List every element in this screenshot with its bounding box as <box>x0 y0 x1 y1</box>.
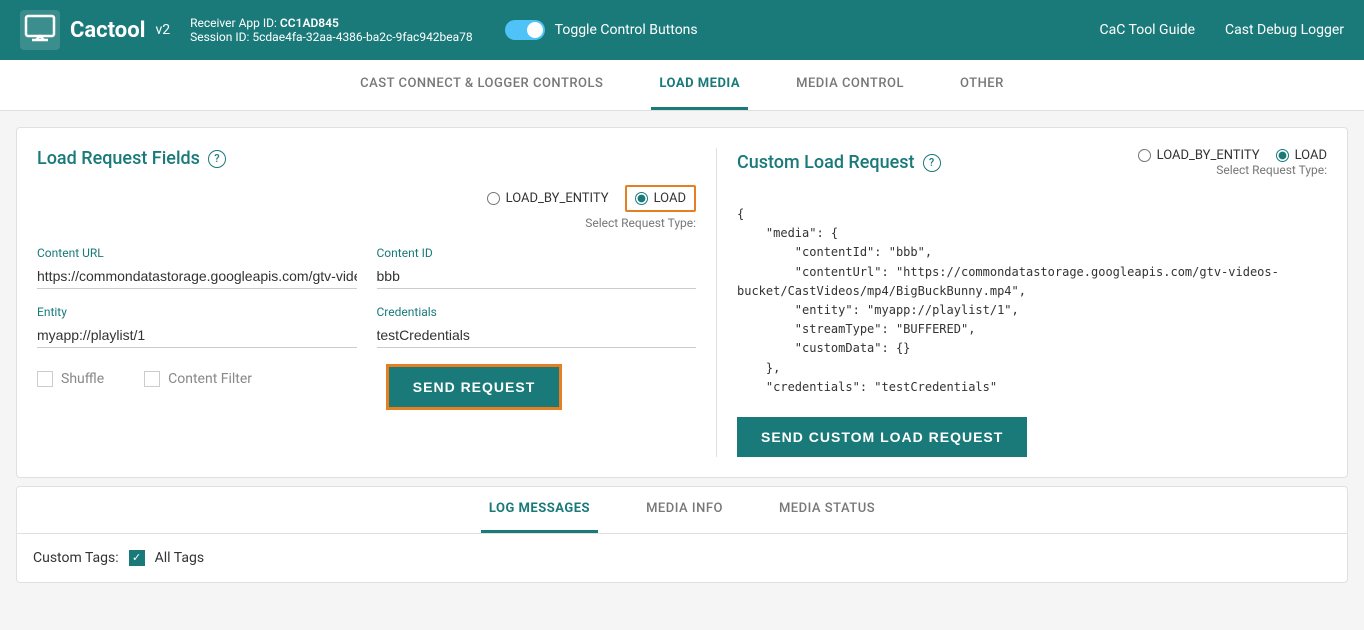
logo-icon <box>20 10 60 50</box>
custom-load-header: Custom Load Request ? LOAD_BY_ENTITY LOA… <box>737 148 1327 193</box>
send-request-button[interactable]: SEND REQUEST <box>386 364 562 410</box>
load-request-help-icon[interactable]: ? <box>208 150 226 168</box>
entity-label: Entity <box>37 305 357 319</box>
tab-cast-connect[interactable]: CAST CONNECT & LOGGER CONTROLS <box>352 60 611 110</box>
content-url-input[interactable] <box>37 264 357 289</box>
tab-media-control[interactable]: MEDIA CONTROL <box>788 60 912 110</box>
all-tags-checkbox[interactable] <box>129 550 145 566</box>
credentials-input[interactable] <box>377 323 697 348</box>
logo-version: v2 <box>155 22 170 38</box>
content-url-label: Content URL <box>37 246 357 260</box>
custom-tags-label: Custom Tags: <box>33 550 119 566</box>
main-nav: CAST CONNECT & LOGGER CONTROLS LOAD MEDI… <box>0 60 1364 111</box>
custom-tags-row: Custom Tags: All Tags <box>33 550 1331 566</box>
radio-load[interactable]: LOAD <box>625 185 696 212</box>
shuffle-label: Shuffle <box>61 371 104 387</box>
main-content: Load Request Fields ? LOAD_BY_ENTITY LOA… <box>0 111 1364 599</box>
toggle-label: Toggle Control Buttons <box>555 22 698 38</box>
load-media-panel: Load Request Fields ? LOAD_BY_ENTITY LOA… <box>16 127 1348 478</box>
all-tags-label: All Tags <box>155 550 204 566</box>
radio-load-by-entity[interactable]: LOAD_BY_ENTITY <box>487 191 609 206</box>
app-header: Cactool v2 Receiver App ID: CC1AD845 Ses… <box>0 0 1364 60</box>
select-type-label: Select Request Type: <box>37 216 696 230</box>
shuffle-checkbox[interactable]: Shuffle <box>37 371 104 387</box>
checkbox-row: Shuffle Content Filter <box>37 371 252 387</box>
send-custom-load-button[interactable]: SEND CUSTOM LOAD REQUEST <box>737 417 1027 457</box>
form-row-entity-creds: Entity Credentials <box>37 305 696 348</box>
radio-load-input[interactable] <box>635 192 648 205</box>
radio-load-by-entity-input[interactable] <box>487 192 500 205</box>
custom-radio-load-input[interactable] <box>1276 149 1289 162</box>
content-filter-checkbox-box[interactable] <box>144 371 160 387</box>
content-id-label: Content ID <box>377 246 697 260</box>
credentials-group: Credentials <box>377 305 697 348</box>
toggle-switch[interactable] <box>505 20 545 40</box>
custom-load-help-icon[interactable]: ? <box>923 154 941 172</box>
cast-debug-logger-link[interactable]: Cast Debug Logger <box>1225 22 1344 38</box>
custom-load-json: { "media": { "contentId": "bbb", "conten… <box>737 201 1327 401</box>
custom-select-type-label: Select Request Type: <box>1216 163 1327 177</box>
custom-radio-load[interactable]: LOAD <box>1276 148 1327 163</box>
cac-tool-guide-link[interactable]: CaC Tool Guide <box>1100 22 1196 38</box>
content-id-input[interactable] <box>377 264 697 289</box>
header-right: CaC Tool Guide Cast Debug Logger <box>1100 22 1345 38</box>
load-request-title: Load Request Fields ? <box>37 148 696 169</box>
tab-other[interactable]: OTHER <box>952 60 1012 110</box>
header-info: Receiver App ID: CC1AD845 Session ID: 5c… <box>190 16 473 44</box>
entity-input[interactable] <box>37 323 357 348</box>
bottom-section: LOG MESSAGES MEDIA INFO MEDIA STATUS Cus… <box>16 486 1348 583</box>
custom-load-section: Custom Load Request ? LOAD_BY_ENTITY LOA… <box>717 148 1327 457</box>
content-filter-label: Content Filter <box>168 371 252 387</box>
tab-media-info[interactable]: MEDIA INFO <box>638 487 731 533</box>
content-url-group: Content URL <box>37 246 357 289</box>
receiver-app-id: Receiver App ID: CC1AD845 <box>190 16 473 30</box>
bottom-content: Custom Tags: All Tags <box>17 534 1347 582</box>
custom-radio-load-by-entity-input[interactable] <box>1138 149 1151 162</box>
shuffle-checkbox-box[interactable] <box>37 371 53 387</box>
session-id: Session ID: 5cdae4fa-32aa-4386-ba2c-9fac… <box>190 30 473 44</box>
bottom-tabs: LOG MESSAGES MEDIA INFO MEDIA STATUS <box>17 487 1347 534</box>
tab-load-media[interactable]: LOAD MEDIA <box>651 60 748 110</box>
logo-text: Cactool <box>70 18 145 43</box>
form-row-url-id: Content URL Content ID <box>37 246 696 289</box>
credentials-label: Credentials <box>377 305 697 319</box>
custom-radio-load-by-entity[interactable]: LOAD_BY_ENTITY <box>1138 148 1260 163</box>
toggle-section[interactable]: Toggle Control Buttons <box>505 20 698 40</box>
entity-group: Entity <box>37 305 357 348</box>
content-id-group: Content ID <box>377 246 697 289</box>
content-filter-checkbox[interactable]: Content Filter <box>144 371 252 387</box>
tab-log-messages[interactable]: LOG MESSAGES <box>481 487 598 533</box>
load-request-section: Load Request Fields ? LOAD_BY_ENTITY LOA… <box>37 148 717 457</box>
custom-load-title: Custom Load Request ? <box>737 152 941 173</box>
app-logo: Cactool v2 <box>20 10 170 50</box>
tab-media-status[interactable]: MEDIA STATUS <box>771 487 883 533</box>
